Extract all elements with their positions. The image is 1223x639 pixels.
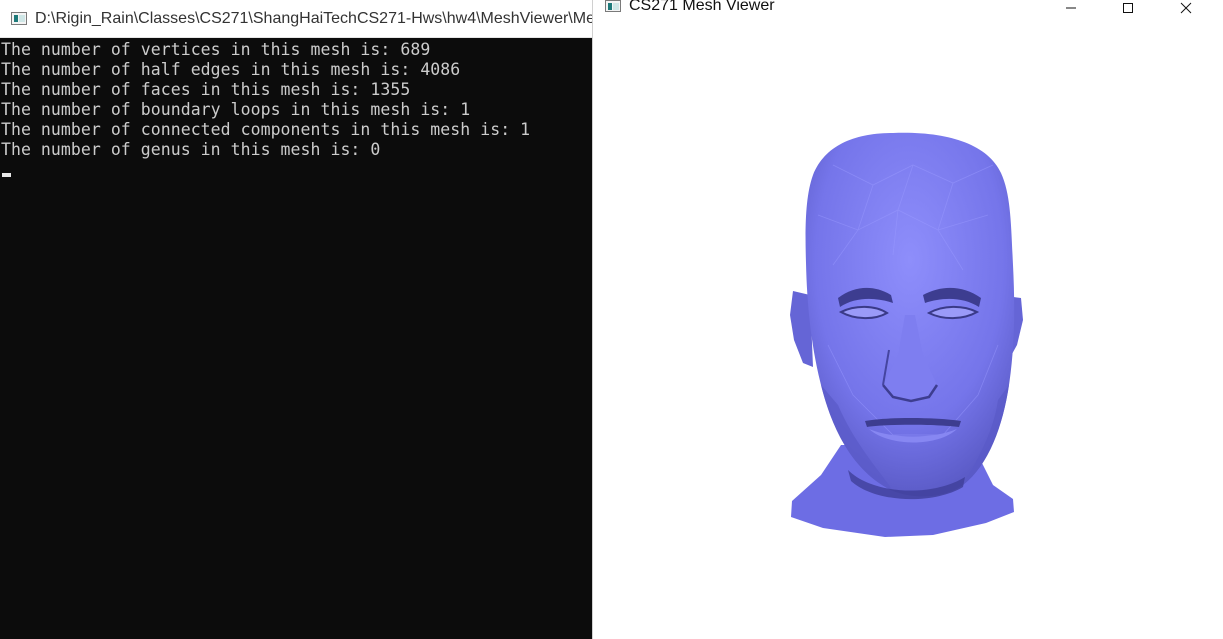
console-line-vertices: The number of vertices in this mesh is: …	[1, 40, 431, 59]
mesh-render-canvas[interactable]	[593, 15, 1223, 639]
viewer-app-icon	[605, 0, 621, 12]
minimize-button[interactable]	[1048, 0, 1094, 15]
viewer-window-title: CS271 Mesh Viewer	[629, 0, 775, 14]
console-line-half-edges: The number of half edges in this mesh is…	[1, 60, 461, 79]
close-button[interactable]	[1163, 0, 1209, 15]
console-line-faces: The number of faces in this mesh is: 135…	[1, 80, 411, 99]
text-cursor	[2, 173, 11, 177]
minimize-icon	[1066, 7, 1076, 8]
maximize-icon	[1123, 2, 1133, 13]
console-window-title: D:\Rigin_Rain\Classes\CS271\ShangHaiTech…	[35, 9, 593, 27]
console-window[interactable]: D:\Rigin_Rain\Classes\CS271\ShangHaiTech…	[0, 0, 593, 639]
maximize-button[interactable]	[1105, 0, 1151, 15]
close-icon	[1180, 2, 1192, 13]
console-titlebar[interactable]: D:\Rigin_Rain\Classes\CS271\ShangHaiTech…	[0, 0, 593, 38]
console-output[interactable]: The number of vertices in this mesh is: …	[1, 38, 592, 639]
console-line-genus: The number of genus in this mesh is: 0	[1, 140, 381, 159]
viewer-titlebar[interactable]: CS271 Mesh Viewer	[593, 0, 1223, 15]
console-app-icon	[11, 12, 27, 25]
console-line-connected-components: The number of connected components in th…	[1, 120, 531, 139]
console-line-boundary-loops: The number of boundary loops in this mes…	[1, 100, 471, 119]
head-mesh-render	[790, 132, 1023, 537]
mesh-viewer-window[interactable]: CS271 Mesh Viewer	[593, 0, 1223, 639]
